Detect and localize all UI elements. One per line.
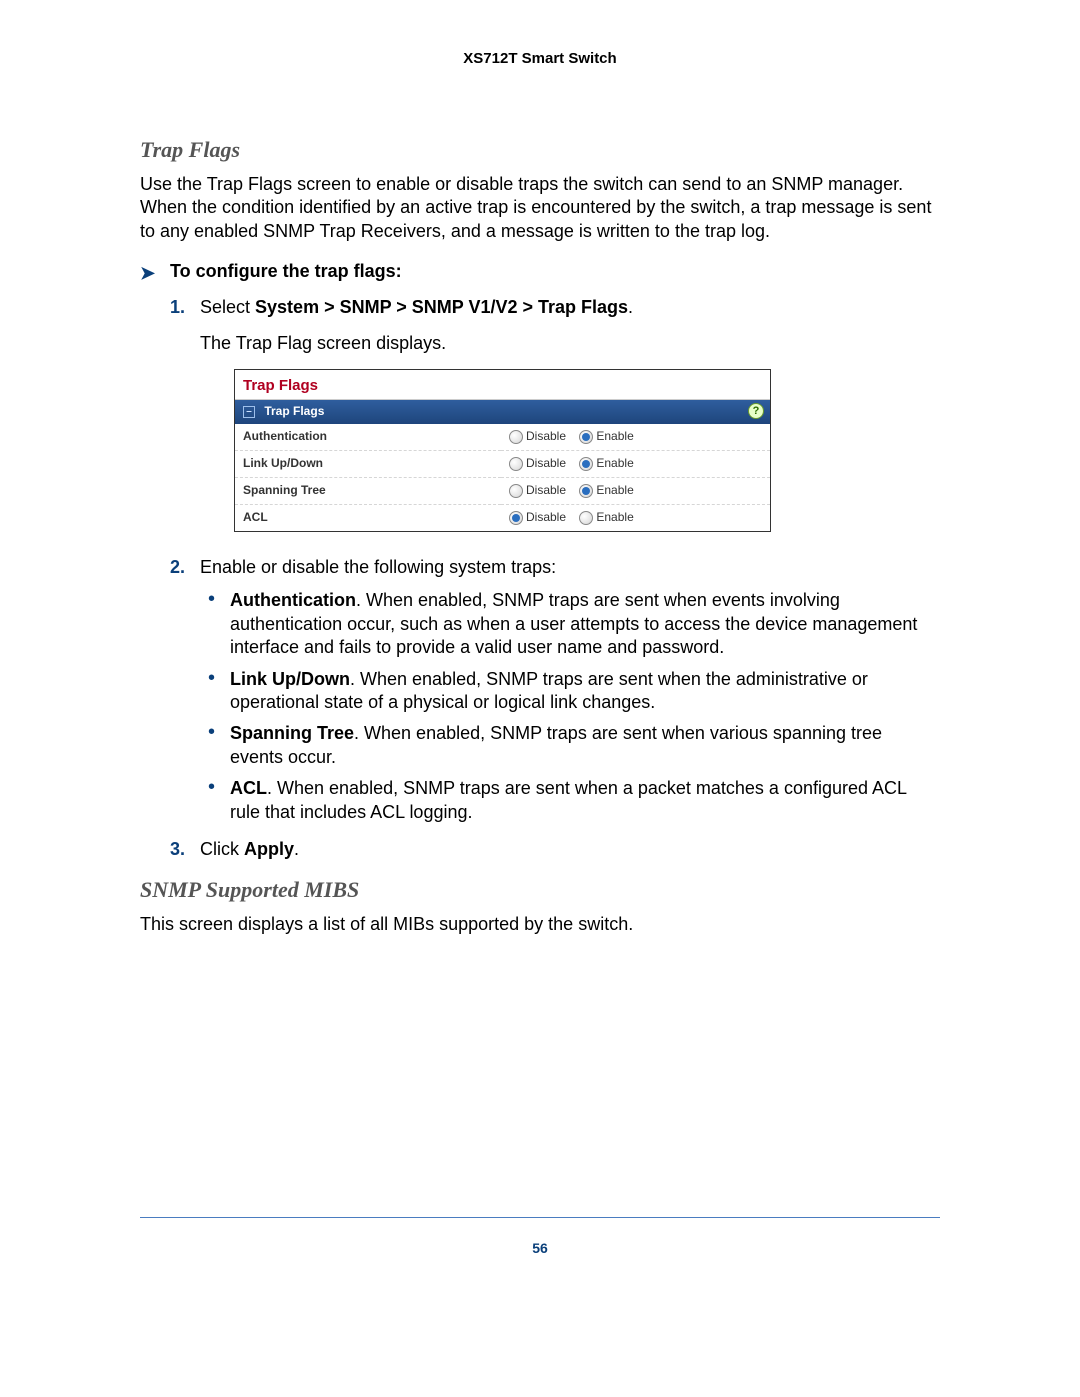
row-label-authentication: Authentication: [235, 424, 501, 451]
bullet-term: ACL: [230, 778, 267, 798]
procedure-heading: ➤ To configure the trap flags:: [140, 261, 940, 282]
table-row: Spanning Tree Disable Enable: [235, 478, 770, 505]
arrow-right-icon: ➤: [140, 263, 155, 284]
row-label-linkupdown: Link Up/Down: [235, 451, 501, 478]
page-number: 56: [140, 1240, 940, 1256]
table-row: Authentication Disable Enable: [235, 424, 770, 451]
procedure-heading-text: To configure the trap flags:: [170, 261, 402, 281]
step-2: Enable or disable the following system t…: [200, 556, 940, 824]
footer-rule: [140, 1217, 940, 1218]
radio-authentication-enable[interactable]: [579, 430, 593, 444]
section-title-mibs: SNMP Supported MIBS: [140, 877, 940, 903]
enable-label: Enable: [596, 483, 633, 497]
radio-linkupdown-enable[interactable]: [579, 457, 593, 471]
step-3-pre: Click: [200, 839, 244, 859]
step-2-text: Enable or disable the following system t…: [200, 557, 556, 577]
page-header: XS712T Smart Switch: [140, 50, 940, 67]
bullet-term: Authentication: [230, 590, 356, 610]
bullet-linkupdown: Link Up/Down. When enabled, SNMP traps a…: [230, 668, 940, 715]
disable-label: Disable: [526, 483, 566, 497]
enable-label: Enable: [596, 510, 633, 524]
collapse-icon[interactable]: –: [243, 406, 255, 418]
step-3-bold: Apply: [244, 839, 294, 859]
enable-label: Enable: [596, 429, 633, 443]
trap-flags-panel: Trap Flags – Trap Flags ? Authentication…: [234, 369, 771, 532]
bullet-term: Link Up/Down: [230, 669, 350, 689]
bullet-term: Spanning Tree: [230, 723, 354, 743]
bullet-text: . When enabled, SNMP traps are sent when…: [230, 778, 906, 821]
enable-label: Enable: [596, 456, 633, 470]
panel-subheader: – Trap Flags ?: [235, 399, 770, 424]
table-row: Link Up/Down Disable Enable: [235, 451, 770, 478]
radio-spanningtree-disable[interactable]: [509, 484, 523, 498]
step-3: Click Apply.: [200, 838, 940, 861]
bullet-acl: ACL. When enabled, SNMP traps are sent w…: [230, 777, 940, 824]
bullet-authentication: Authentication. When enabled, SNMP traps…: [230, 589, 940, 659]
radio-spanningtree-enable[interactable]: [579, 484, 593, 498]
panel-subheader-text: Trap Flags: [264, 404, 324, 418]
radio-acl-disable[interactable]: [509, 511, 523, 525]
radio-linkupdown-disable[interactable]: [509, 457, 523, 471]
radio-acl-enable[interactable]: [579, 511, 593, 525]
help-icon[interactable]: ?: [748, 403, 764, 419]
radio-authentication-disable[interactable]: [509, 430, 523, 444]
disable-label: Disable: [526, 510, 566, 524]
panel-title: Trap Flags: [235, 370, 770, 400]
step-1: Select System > SNMP > SNMP V1/V2 > Trap…: [200, 296, 940, 532]
row-label-acl: ACL: [235, 505, 501, 532]
step-3-post: .: [294, 839, 299, 859]
disable-label: Disable: [526, 456, 566, 470]
bullet-spanningtree: Spanning Tree. When enabled, SNMP traps …: [230, 722, 940, 769]
mibs-text: This screen displays a list of all MIBs …: [140, 913, 940, 936]
step-1-post: .: [628, 297, 633, 317]
intro-paragraph: Use the Trap Flags screen to enable or d…: [140, 173, 940, 243]
table-row: ACL Disable Enable: [235, 505, 770, 532]
step-1-after: The Trap Flag screen displays.: [200, 332, 940, 355]
section-title-trap-flags: Trap Flags: [140, 137, 940, 163]
row-label-spanningtree: Spanning Tree: [235, 478, 501, 505]
step-1-path: System > SNMP > SNMP V1/V2 > Trap Flags: [255, 297, 628, 317]
step-1-pre: Select: [200, 297, 255, 317]
disable-label: Disable: [526, 429, 566, 443]
trap-flags-table: Authentication Disable Enable Link Up/Do…: [235, 424, 770, 531]
